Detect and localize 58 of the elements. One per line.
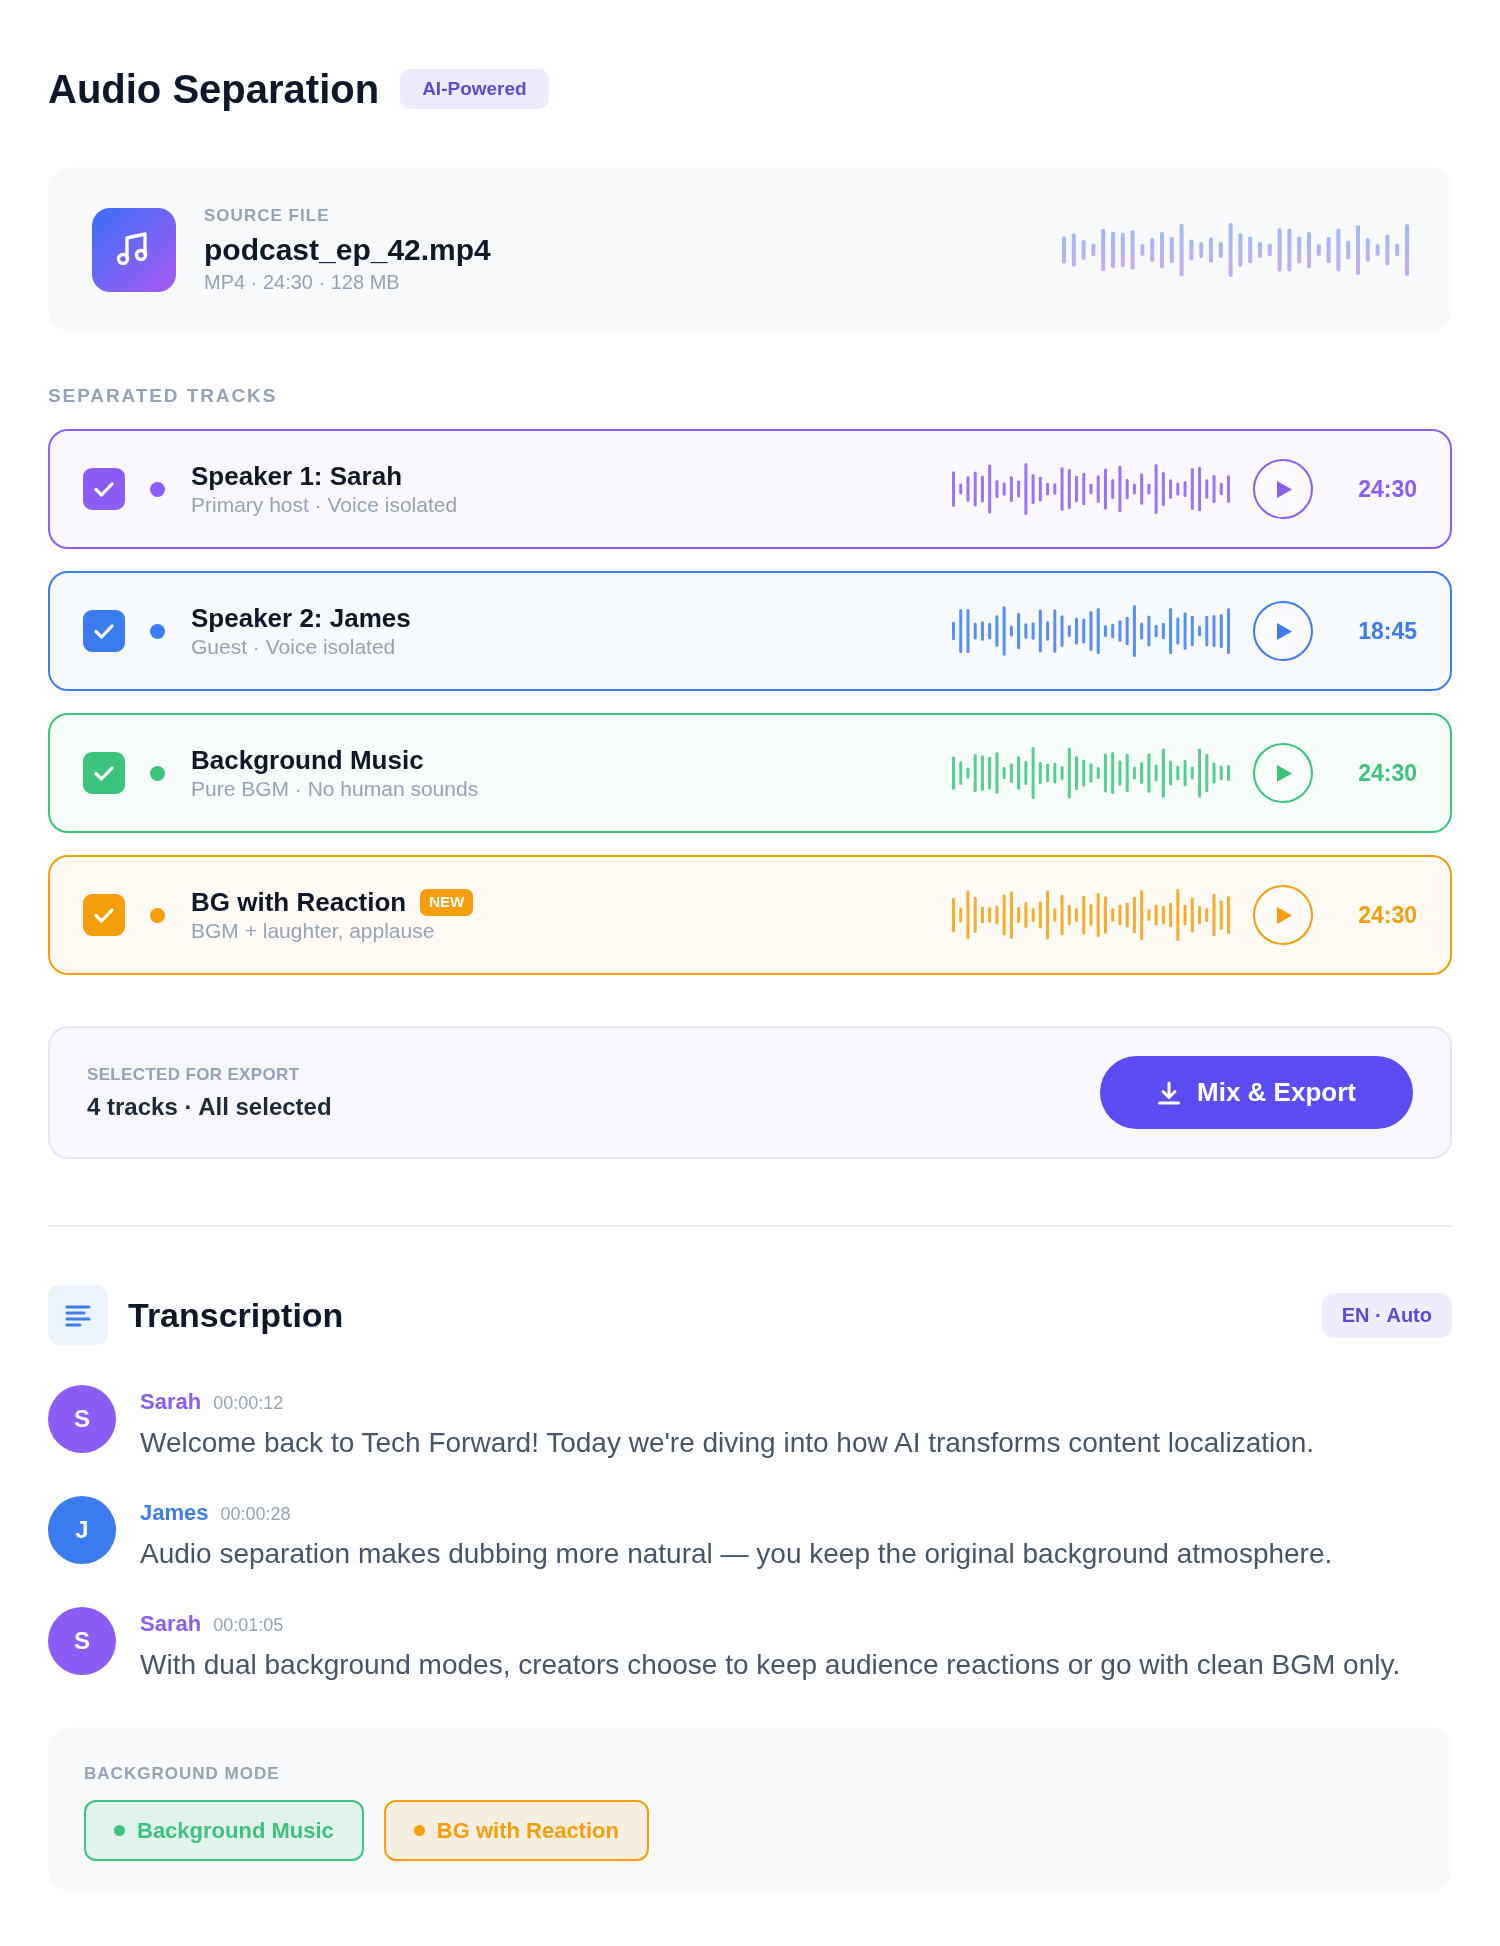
track-name: BG with Reaction bbox=[191, 886, 407, 918]
avatar: S bbox=[48, 1607, 116, 1675]
transcript-text: Welcome back to Tech Forward! Today we're diving into how AI transforms content localization. bbox=[140, 1426, 1315, 1460]
track-subtitle: BGM + laughter, applause bbox=[191, 918, 435, 944]
speaker-name: Sarah bbox=[140, 1390, 202, 1414]
checkmark-icon bbox=[94, 907, 114, 923]
play-icon bbox=[1277, 480, 1292, 498]
track-name: Speaker 1: Sarah bbox=[191, 460, 402, 492]
track-duration: 24:30 bbox=[1357, 758, 1417, 788]
track-name: Speaker 2: James bbox=[191, 602, 411, 634]
speaker-name: James bbox=[140, 1501, 209, 1525]
track-checkbox[interactable] bbox=[83, 894, 125, 936]
export-summary: 4 tracks · All selected bbox=[87, 1092, 332, 1121]
background-mode-label: BACKGROUND MODE bbox=[84, 1764, 280, 1784]
file-name: podcast_ep_42.mp4 bbox=[204, 231, 492, 268]
export-label: SELECTED FOR EXPORT bbox=[87, 1064, 301, 1085]
play-icon bbox=[1277, 764, 1292, 782]
transcription-title: Transcription bbox=[128, 1295, 344, 1335]
mode-chip[interactable]: BG with Reaction bbox=[383, 1800, 649, 1861]
mix-export-button[interactable]: Mix & Export bbox=[1100, 1056, 1413, 1129]
track-checkbox[interactable] bbox=[83, 468, 125, 510]
track-checkbox[interactable] bbox=[83, 610, 125, 652]
checkmark-icon bbox=[94, 765, 114, 781]
new-badge: NEW bbox=[420, 888, 474, 916]
download-icon bbox=[1157, 1080, 1182, 1105]
timestamp: 00:00:28 bbox=[220, 1503, 291, 1526]
page-title: Audio Separation bbox=[48, 67, 380, 111]
avatar: J bbox=[48, 1496, 116, 1564]
track-subtitle: Pure BGM · No human sounds bbox=[191, 776, 479, 802]
transcript-text: Audio separation makes dubbing more natural — you keep the original background atmosphere. bbox=[140, 1537, 1333, 1571]
track-checkbox[interactable] bbox=[83, 752, 125, 794]
play-button[interactable] bbox=[1253, 601, 1313, 661]
file-meta: MP4 · 24:30 · 128 MB bbox=[204, 269, 401, 294]
play-icon bbox=[1277, 906, 1292, 924]
ai-powered-badge: AI-Powered bbox=[400, 69, 549, 109]
language-badge: EN · Auto bbox=[1321, 1292, 1452, 1338]
track-subtitle: Primary host · Voice isolated bbox=[191, 492, 458, 518]
section-label: SEPARATED TRACKS bbox=[48, 384, 278, 408]
checkmark-icon bbox=[94, 481, 114, 497]
mode-chip[interactable]: Background Music bbox=[84, 1800, 364, 1861]
timestamp: 00:00:12 bbox=[213, 1392, 284, 1415]
source-file-label: SOURCE FILE bbox=[204, 205, 331, 226]
timestamp: 00:01:05 bbox=[213, 1614, 284, 1637]
track-duration: 24:30 bbox=[1357, 900, 1417, 930]
transcript-text: With dual background modes, creators choose to keep audience reactions or go with clean BGM only. bbox=[140, 1648, 1401, 1682]
checkmark-icon bbox=[94, 623, 114, 639]
track-name: Background Music bbox=[191, 744, 424, 776]
play-icon bbox=[1277, 622, 1292, 640]
track-duration: 18:45 bbox=[1357, 616, 1417, 646]
play-button[interactable] bbox=[1253, 885, 1313, 945]
track-duration: 24:30 bbox=[1357, 474, 1417, 504]
track-subtitle: Guest · Voice isolated bbox=[191, 634, 396, 660]
avatar: S bbox=[48, 1385, 116, 1453]
play-button[interactable] bbox=[1253, 459, 1313, 519]
play-button[interactable] bbox=[1253, 743, 1313, 803]
text-lines-icon bbox=[48, 1285, 108, 1345]
speaker-name: Sarah bbox=[140, 1612, 202, 1636]
music-note-icon bbox=[92, 207, 176, 292]
